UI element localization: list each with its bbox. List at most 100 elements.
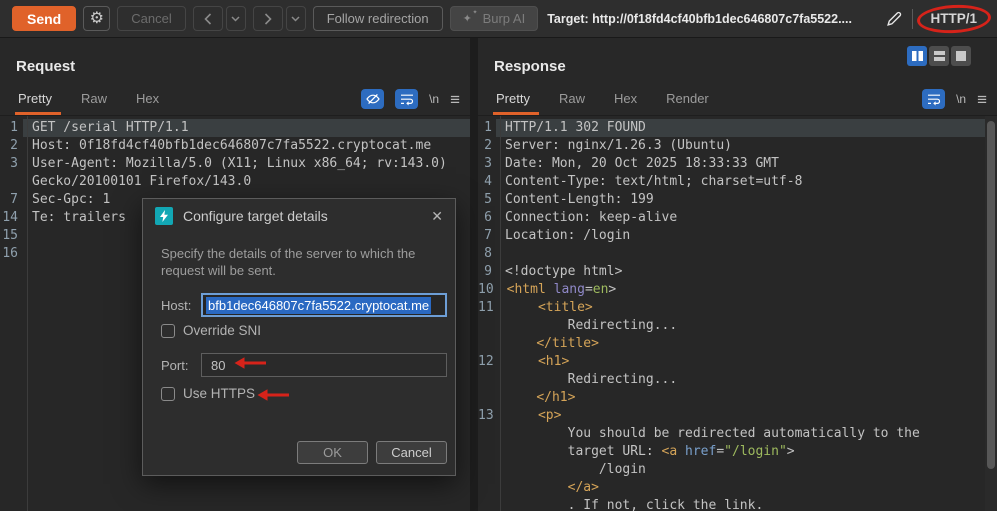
use-https-label: Use HTTPS	[183, 386, 256, 401]
response-tab-pretty[interactable]: Pretty	[493, 91, 539, 115]
back-button[interactable]	[192, 6, 223, 31]
host-input[interactable]: bfb1dec646807c7fa5522.cryptocat.me	[201, 293, 447, 317]
request-tab-hex[interactable]: Hex	[136, 91, 159, 115]
line-number: 8	[484, 246, 492, 261]
http-version-selector[interactable]: HTTP/1	[916, 3, 992, 35]
toolbar-right-cluster: HTTP/1	[886, 3, 992, 35]
ok-button[interactable]: OK	[297, 441, 368, 464]
target-url-text: Target: http://0f18fd4cf40bfb1dec646807c…	[547, 11, 852, 26]
code-line: 8	[478, 245, 997, 263]
follow-redirection-button[interactable]: Follow redirection	[312, 6, 443, 31]
pencil-icon[interactable]	[886, 10, 903, 27]
request-tab-pretty[interactable]: Pretty	[15, 91, 61, 115]
layout-single-button[interactable]	[951, 46, 971, 66]
chevron-right-icon	[264, 12, 272, 25]
request-tabs: Pretty Raw Hex	[15, 91, 159, 115]
response-scrollbar-thumb[interactable]	[987, 121, 995, 469]
code-text: <html lang=en>	[506, 282, 617, 297]
line-number: 2	[10, 138, 18, 153]
configure-target-dialog: Configure target details ✕ Specify the d…	[142, 198, 456, 476]
code-text: Redirecting...	[505, 372, 678, 387]
override-sni-checkbox[interactable]	[161, 323, 175, 338]
toolbar-divider	[912, 8, 914, 29]
word-wrap-button[interactable]	[922, 89, 946, 109]
use-https-checkbox[interactable]	[161, 386, 175, 401]
host-value-selected: bfb1dec646807c7fa5522.cryptocat.me	[206, 296, 432, 314]
code-line: </h1>	[478, 389, 997, 407]
line-number: 10	[478, 282, 494, 297]
dialog-cancel-button[interactable]: Cancel	[376, 441, 447, 464]
annotation-arrow-port-icon	[234, 357, 266, 369]
burp-ai-label: Burp AI	[482, 11, 526, 26]
response-tab-raw[interactable]: Raw	[559, 91, 585, 115]
back-dropdown-button[interactable]	[225, 6, 246, 31]
code-line: 9 <!doctype html>	[478, 263, 997, 281]
code-line: /login	[478, 461, 997, 479]
line-number: 5	[484, 192, 492, 207]
code-line: 4 Content-Type: text/html; charset=utf-8	[478, 173, 997, 191]
line-number: 7	[484, 228, 492, 243]
hide-irrelevant-button[interactable]	[361, 89, 385, 109]
code-line: Redirecting...	[478, 317, 997, 335]
word-wrap-button[interactable]	[395, 89, 419, 109]
code-line: 11 <title>	[478, 299, 997, 317]
response-scrollbar-track[interactable]	[985, 116, 997, 511]
code-line: 13 <p>	[478, 407, 997, 425]
annotation-arrow-https-icon	[257, 389, 289, 401]
request-tab-raw[interactable]: Raw	[81, 91, 107, 115]
menu-icon[interactable]: ≡	[977, 91, 987, 108]
code-text: Redirecting...	[505, 318, 678, 333]
code-line: . If not, click the link.	[478, 497, 997, 511]
dialog-header: Configure target details ✕	[143, 199, 455, 233]
forward-button[interactable]	[252, 6, 283, 31]
line-number	[478, 443, 496, 461]
response-panel: Response Pretty Raw Hex Render \n ≡ 1 HTT…	[478, 38, 997, 511]
response-editor[interactable]: 1 HTTP/1.1 302 FOUND 2 Server: nginx/1.26.3…	[478, 116, 997, 511]
lightning-icon	[155, 207, 173, 225]
layout-columns-icon	[911, 51, 923, 61]
history-forward-group	[252, 6, 306, 31]
response-tab-hex[interactable]: Hex	[614, 91, 637, 115]
code-text: HTTP/1.1 302 FOUND	[496, 119, 997, 137]
code-line: 2 Host: 0f18fd4cf40bfb1dec646807c7fa5522.…	[0, 137, 470, 155]
layout-single-icon	[956, 51, 966, 61]
menu-icon[interactable]: ≡	[450, 91, 460, 108]
response-tabs: Pretty Raw Hex Render	[493, 91, 709, 115]
host-label: Host:	[161, 297, 192, 313]
chevron-left-icon	[204, 12, 211, 25]
cancel-button[interactable]: Cancel	[117, 6, 186, 31]
top-toolbar: Send ⚙ Cancel Follow redirection ✦ ✦ Burp…	[0, 0, 997, 38]
show-newlines-button[interactable]: \n	[956, 92, 966, 106]
forward-dropdown-button[interactable]	[285, 6, 306, 31]
code-line: 2 Server: nginx/1.26.3 (Ubuntu)	[478, 137, 997, 155]
send-settings-button[interactable]: ⚙	[83, 6, 111, 31]
line-number: 6	[484, 210, 492, 225]
line-number	[0, 173, 23, 191]
close-icon[interactable]: ✕	[431, 208, 443, 225]
override-sni-label: Override SNI	[183, 323, 262, 338]
burp-ai-button[interactable]: ✦ ✦ Burp AI	[449, 6, 539, 31]
code-line: 3 User-Agent: Mozilla/5.0 (X11; Linux x86…	[0, 155, 470, 173]
send-button[interactable]: Send	[12, 6, 77, 31]
line-number: 1	[10, 120, 18, 135]
port-label: Port:	[161, 357, 189, 373]
chevron-down-icon	[231, 15, 240, 22]
line-number: 15	[2, 228, 18, 243]
code-line: 10 <html lang=en>	[478, 281, 997, 299]
code-line: 1 HTTP/1.1 302 FOUND	[478, 119, 997, 137]
layout-rows-button[interactable]	[929, 46, 949, 66]
line-number: 3	[484, 156, 492, 171]
request-gutter-separator	[27, 116, 28, 511]
line-number	[478, 461, 496, 479]
code-text: You should be redirected automatically t…	[505, 426, 920, 441]
port-value: 80	[211, 357, 226, 373]
code-text: User-Agent: Mozilla/5.0 (X11; Linux x86_…	[32, 156, 447, 171]
code-line: </a>	[478, 479, 997, 497]
red-circle-annotation	[916, 3, 992, 35]
code-line: target URL: <a href="/login">	[478, 443, 997, 461]
wrap-icon	[400, 94, 413, 105]
code-text: <!doctype html>	[505, 264, 623, 279]
layout-columns-button[interactable]	[907, 46, 927, 66]
response-tab-render[interactable]: Render	[666, 91, 709, 115]
show-newlines-button[interactable]: \n	[429, 92, 439, 106]
